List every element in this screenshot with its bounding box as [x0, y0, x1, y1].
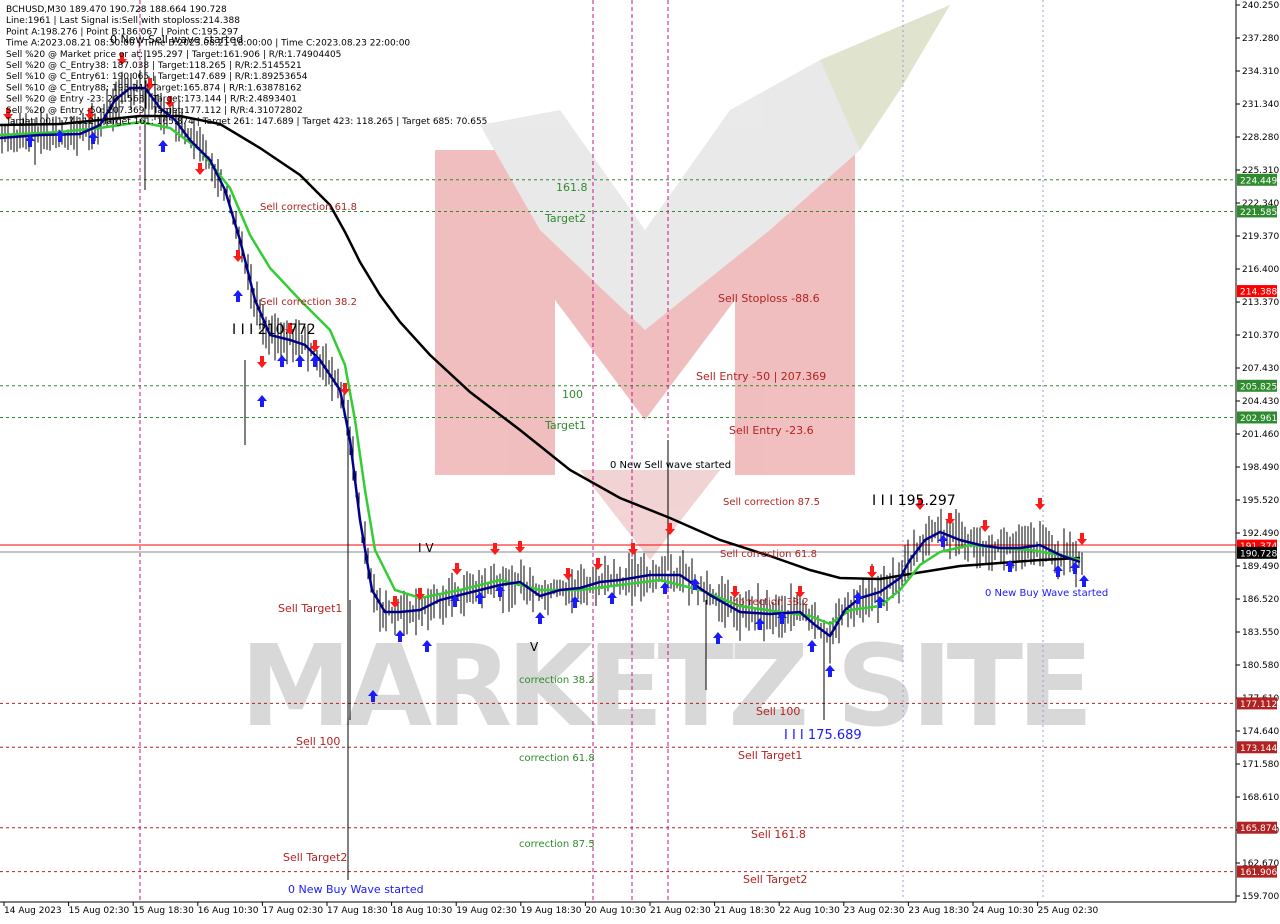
y-tick-label: 207.430: [1242, 364, 1279, 374]
y-tick-label: 240.250: [1242, 1, 1279, 11]
sell-correction-382-left: Sell correction 38.2: [260, 297, 357, 308]
x-tick-label: 24 Aug 10:30: [973, 906, 1034, 916]
price-badge-label: 202.961: [1240, 414, 1277, 424]
new-buy-wave-right-label: 0 New Buy Wave started: [985, 588, 1108, 599]
y-tick-label: 198.490: [1242, 463, 1279, 473]
price-badge-label: 161.906: [1240, 868, 1277, 878]
new-sell-wave-top-label: 0 New Sell wave started: [110, 33, 243, 46]
price-badge-label: 165.874: [1240, 824, 1277, 834]
sell-target2-right-label: Sell Target2: [743, 873, 807, 886]
sell-100-right-label: Sell 100: [756, 705, 800, 718]
info-line: Sell %10 @ C_Entry61: 190.065 | Target:1…: [6, 72, 308, 82]
info-line: Sell %20 @ Entry -23: 201.568 | Target:1…: [6, 95, 297, 105]
correction-875-label: correction 87.5: [519, 839, 595, 850]
wave-iv-mark: I V: [418, 541, 434, 555]
wave-mark-left: I I I 210.772: [232, 322, 316, 338]
sell-target2-left: Sell Target2: [283, 851, 347, 864]
y-tick-label: 210.370: [1242, 331, 1279, 341]
y-tick-label: 237.280: [1242, 34, 1279, 44]
x-tick-label: 20 Aug 10:30: [585, 906, 646, 916]
target2-label: Target2: [544, 212, 586, 225]
wave-mark-low: I I I 175.689: [784, 728, 862, 743]
sell-stoploss-label: Sell Stoploss -88.6: [718, 292, 820, 305]
target1-label: Target1: [544, 419, 586, 432]
sell-target1-right-label: Sell Target1: [738, 749, 802, 762]
info-line: Sell %20 @ C_Entry38: 187.038 | Target:1…: [6, 61, 302, 71]
price-badge-label: 173.144: [1240, 744, 1277, 754]
x-tick-label: 15 Aug 02:30: [69, 906, 130, 916]
chart-window: MARKETZ SITE BCHUSD,M30 189.470 190.728 …: [0, 0, 1280, 920]
y-tick-label: 171.580: [1242, 760, 1279, 770]
correction-mid-label: correction 38.2: [733, 597, 809, 608]
price-badge-label: 205.825: [1240, 382, 1277, 392]
x-tick-label: 18 Aug 10:30: [392, 906, 453, 916]
x-tick-label: 21 Aug 02:30: [650, 906, 711, 916]
wave-mark-high: I I I 195.297: [872, 493, 956, 509]
x-tick-label: 25 Aug 02:30: [1038, 906, 1099, 916]
y-tick-label: 204.430: [1242, 397, 1279, 407]
x-tick-label: 17 Aug 02:30: [262, 906, 323, 916]
info-line: Sell %20 @ Market price or at: 195.297 |…: [6, 50, 341, 60]
x-tick-label: 23 Aug 18:30: [908, 906, 969, 916]
sell-correction-618-left: Sell correction 61.8: [260, 202, 357, 213]
x-tick-label: 23 Aug 02:30: [844, 906, 905, 916]
price-badge-label: 224.449: [1240, 176, 1277, 186]
y-tick-label: 174.640: [1242, 727, 1279, 737]
y-tick-label: 213.370: [1242, 298, 1279, 308]
correction-618-label: correction 61.8: [519, 753, 595, 764]
y-tick-label: 219.370: [1242, 232, 1279, 242]
level-1618-label: 161.8: [556, 181, 588, 194]
sell-100-left: Sell 100: [296, 735, 340, 748]
info-line: Sell %20 @ Entry -50: 207.369 | Target:1…: [6, 106, 303, 116]
sell-1618-right-label: Sell 161.8: [751, 828, 806, 841]
info-line: BCHUSD,M30 189.470 190.728 188.664 190.7…: [6, 5, 227, 15]
y-tick-label: 168.610: [1242, 793, 1279, 803]
sell-entry-236-label: Sell Entry -23.6: [729, 424, 814, 437]
y-tick-label: 195.520: [1242, 496, 1279, 506]
sell-target1-left: Sell Target1: [278, 602, 342, 615]
y-tick-label: 201.460: [1242, 430, 1279, 440]
info-line: Target100: 177.112 | Target 161: 165.874…: [5, 117, 487, 127]
y-tick-label: 189.490: [1242, 562, 1279, 572]
y-tick-label: 186.520: [1242, 595, 1279, 605]
x-tick-label: 21 Aug 18:30: [715, 906, 776, 916]
price-badge-label: 177.112: [1240, 700, 1277, 710]
correction-382-label: correction 38.2: [519, 675, 595, 686]
info-line: Sell %10 @ C_Entry88: 193.24 | Target:16…: [6, 83, 302, 93]
y-tick-label: 183.550: [1242, 628, 1279, 638]
y-tick-label: 180.580: [1242, 661, 1279, 671]
x-tick-label: 19 Aug 18:30: [521, 906, 582, 916]
y-tick-label: 234.310: [1242, 67, 1279, 77]
x-tick-label: 17 Aug 18:30: [327, 906, 388, 916]
info-line: Line:1961 | Last Signal is:Sell with sto…: [6, 16, 240, 26]
svg-text:MARKETZ SITE: MARKETZ SITE: [240, 622, 1088, 752]
x-tick-label: 14 Aug 2023: [4, 906, 62, 916]
price-badge-label: 221.585: [1240, 208, 1277, 218]
price-badge-label: 214.388: [1240, 288, 1277, 298]
x-tick-label: 15 Aug 18:30: [133, 906, 194, 916]
sell-entry-50-label: Sell Entry -50 | 207.369: [696, 370, 826, 383]
y-tick-label: 228.280: [1242, 133, 1279, 143]
watermark-text: MARKETZ SITE: [240, 622, 1094, 752]
y-tick-label: 192.490: [1242, 529, 1279, 539]
level-100-label: 100: [562, 388, 583, 401]
x-tick-label: 22 Aug 10:30: [779, 906, 840, 916]
x-tick-label: 19 Aug 02:30: [456, 906, 517, 916]
y-tick-label: 231.340: [1242, 100, 1279, 110]
y-tick-label: 216.400: [1242, 265, 1279, 275]
price-chart[interactable]: MARKETZ SITE BCHUSD,M30 189.470 190.728 …: [0, 0, 1280, 920]
wave-v-mark: V: [530, 640, 539, 654]
new-sell-wave-mid-label: 0 New Sell wave started: [610, 460, 731, 471]
x-tick-label: 16 Aug 10:30: [198, 906, 259, 916]
sell-correction-618-mid-label: Sell correction 61.8: [720, 549, 817, 560]
price-badge-label: 190.728: [1240, 549, 1277, 559]
new-buy-wave-bottom-label: 0 New Buy Wave started: [288, 883, 424, 896]
y-tick-label: 159.700: [1242, 892, 1279, 902]
sell-correction-875-label: Sell correction 87.5: [723, 497, 820, 508]
